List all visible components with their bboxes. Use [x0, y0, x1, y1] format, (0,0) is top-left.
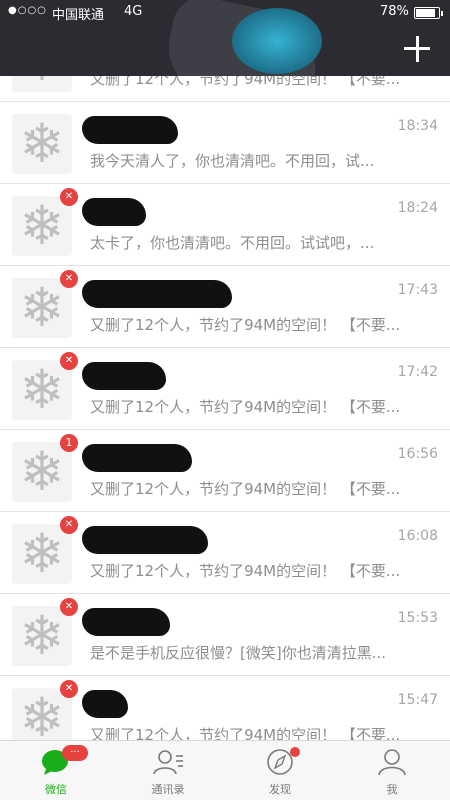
- chat-item[interactable]: ❄ 1 16:56 又删了12个人，节约了94M的空间！ 【不要...: [0, 430, 450, 512]
- avatar: ❄: [12, 76, 72, 92]
- chat-time: 15:47: [397, 692, 438, 708]
- chat-preview: 是不是手机反应很慢？[微笑]你也清清拉黑...: [90, 644, 387, 662]
- avatar: ❄: [12, 606, 72, 666]
- chat-time: 16:08: [397, 528, 438, 544]
- chat-item[interactable]: ❄ ✕ 16:08 又删了12个人，节约了94M的空间！ 【不要...: [0, 512, 450, 594]
- chat-item[interactable]: ❄ 18:34 我今天清人了，你也清清吧。不用回，试...: [0, 102, 450, 184]
- redacted-name: [82, 116, 178, 144]
- top-header: ●○○○ 中国联通 4G 78%: [0, 0, 450, 117]
- chat-time: 18:34: [397, 118, 438, 134]
- tab-bar: ··· 微信 通讯录 发现 我: [0, 740, 450, 800]
- chat-item[interactable]: ❄ ✕ 18:24 太卡了，你也清清吧。不用回。试试吧，...: [0, 184, 450, 266]
- chat-time: 18:24: [397, 200, 438, 216]
- add-button[interactable]: [404, 36, 432, 64]
- redacted-name: [82, 280, 232, 308]
- badge-icon: ✕: [60, 188, 78, 206]
- chat-item[interactable]: ❄ ✕ 17:42 又删了12个人，节约了94M的空间！ 【不要...: [0, 348, 450, 430]
- tab-discover[interactable]: 发现: [224, 741, 336, 800]
- carrier-name: 中国联通: [52, 8, 105, 23]
- chat-time: 15:53: [397, 610, 438, 626]
- redacted-name: [82, 444, 192, 472]
- chat-preview: 又删了12个人，节约了94M的空间！ 【不要...: [90, 398, 401, 416]
- chat-item[interactable]: ❄ ✕ 15:47 又删了12个人，节约了94M的空间！ 【不要...: [0, 676, 450, 740]
- chat-preview: 又删了12个人，节约了94M的空间！ 【不要...: [90, 76, 401, 88]
- badge-icon: ✕: [60, 516, 78, 534]
- redaction-scribble: [232, 8, 322, 74]
- chat-time: 17:42: [397, 364, 438, 380]
- battery-icon: [414, 7, 443, 19]
- tab-label: 发现: [269, 783, 291, 796]
- avatar: ❄: [12, 196, 72, 256]
- notification-dot: [290, 747, 300, 757]
- avatar: ❄: [12, 524, 72, 584]
- tab-chats[interactable]: ··· 微信: [0, 741, 112, 800]
- avatar: ❄: [12, 442, 72, 502]
- chat-preview: 又删了12个人，节约了94M的空间！ 【不要...: [90, 316, 401, 334]
- avatar: ❄: [12, 360, 72, 420]
- badge-icon: ✕: [60, 680, 78, 698]
- tab-label: 我: [386, 783, 398, 796]
- chat-time: 16:56: [397, 446, 438, 462]
- chat-item[interactable]: ❄ 又删了12个人，节约了94M的空间！ 【不要...: [0, 76, 450, 102]
- redacted-name: [82, 690, 128, 718]
- badge-icon: ✕: [60, 598, 78, 616]
- badge-icon: ✕: [60, 270, 78, 288]
- chat-preview: 又删了12个人，节约了94M的空间！ 【不要...: [90, 726, 401, 740]
- avatar: ❄: [12, 114, 72, 174]
- tab-label: 通讯录: [151, 783, 185, 796]
- chat-item[interactable]: ❄ ✕ 15:53 是不是手机反应很慢？[微笑]你也清清拉黑...: [0, 594, 450, 676]
- battery-percentage: 78%: [380, 4, 409, 19]
- tab-me[interactable]: 我: [336, 741, 448, 800]
- chat-preview: 又删了12个人，节约了94M的空间！ 【不要...: [90, 480, 401, 498]
- redacted-name: [82, 362, 166, 390]
- chat-item[interactable]: ❄ ✕ 17:43 又删了12个人，节约了94M的空间！ 【不要...: [0, 266, 450, 348]
- badge-icon: ✕: [60, 352, 78, 370]
- contacts-icon: [153, 750, 183, 775]
- chat-preview: 又删了12个人，节约了94M的空间！ 【不要...: [90, 562, 401, 580]
- chat-list: ❄ 又删了12个人，节约了94M的空间！ 【不要... ❄ 18:34 我今天清…: [0, 76, 450, 740]
- signal-icon: ●○○○: [8, 5, 47, 16]
- person-icon: [378, 749, 406, 776]
- redacted-name: [82, 198, 146, 226]
- unread-badge: ···: [62, 745, 88, 761]
- avatar: ❄: [12, 278, 72, 338]
- chat-time: 17:43: [397, 282, 438, 298]
- chat-preview: 太卡了，你也清清吧。不用回。试试吧，...: [90, 234, 375, 252]
- tab-label: 微信: [45, 783, 67, 796]
- unread-badge: 1: [60, 434, 78, 452]
- redacted-name: [82, 608, 170, 636]
- redacted-name: [82, 526, 208, 554]
- chat-preview: 我今天清人了，你也清清吧。不用回，试...: [90, 152, 375, 170]
- tab-contacts[interactable]: 通讯录: [112, 741, 224, 800]
- network-type: 4G: [124, 4, 143, 19]
